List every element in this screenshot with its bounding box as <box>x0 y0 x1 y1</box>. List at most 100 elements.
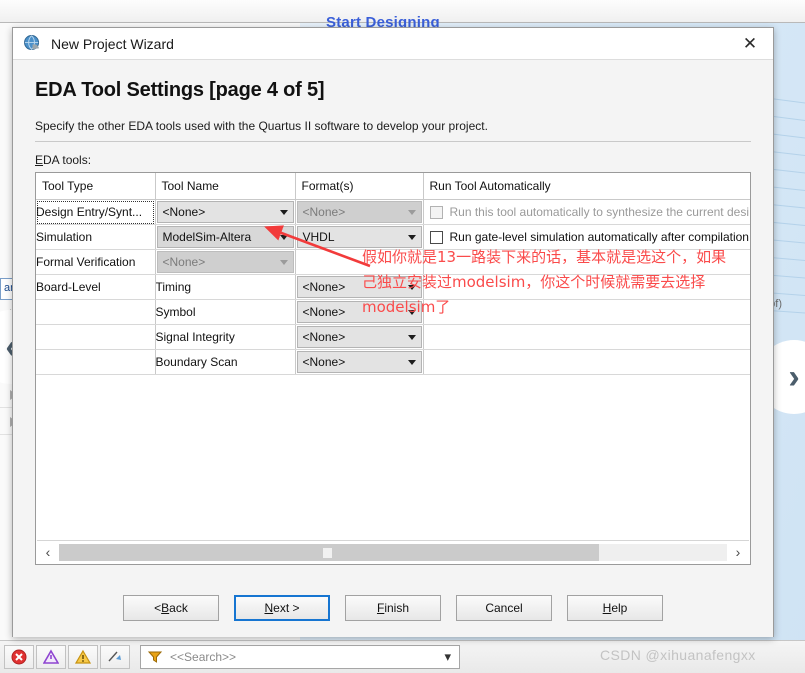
annotation-line-1: 假如你就是13一路装下来的话，基本就是选这个，如果 <box>362 248 727 266</box>
back-pre: < <box>154 601 162 615</box>
help-mnemonic: H <box>602 601 612 615</box>
csdn-watermark: CSDN @xihuanafengxx <box>600 647 756 663</box>
table-row[interactable]: Boundary Scan <None> <box>36 349 750 375</box>
column-header-1[interactable]: Tool Name <box>155 173 296 200</box>
next-post: ext > <box>273 601 300 615</box>
finish-button[interactable]: Finish <box>345 595 441 621</box>
run-automatically-row[interactable]: Run this tool automatically to synthesiz… <box>424 200 751 224</box>
scrollbar-grip <box>323 547 332 558</box>
chevron-down-icon[interactable] <box>275 234 293 240</box>
page-subtitle: Specify the other EDA tools used with th… <box>35 119 488 133</box>
format-value: <None> <box>302 330 346 344</box>
quartus-globe-icon <box>24 35 40 51</box>
scroll-right-arrow[interactable]: › <box>727 544 749 560</box>
cancel-post: Cancel <box>485 601 523 615</box>
scroll-left-arrow[interactable]: ‹ <box>37 544 59 560</box>
tool-type-cell[interactable] <box>36 299 156 325</box>
eda-tools-mnemonic: E <box>35 153 44 167</box>
info-icon <box>108 651 121 662</box>
chevron-down-icon[interactable] <box>403 359 421 365</box>
dialog-title: New Project Wizard <box>51 35 174 52</box>
chevron-down-icon[interactable] <box>275 209 293 215</box>
back-mnemonic: B <box>161 601 170 615</box>
column-header-3[interactable]: Run Tool Automatically <box>423 173 750 200</box>
warning-icon <box>75 649 91 664</box>
eda-tools-table-container: Tool Type Tool Name Format(s) Run Tool Auto… <box>35 172 751 565</box>
eda-tools-label-rest: DA tools: <box>43 153 92 167</box>
tool-name-dropdown[interactable]: ModelSim-Altera <box>156 226 294 248</box>
tool-name-cell[interactable]: <None> <box>155 249 296 275</box>
status-search-placeholder: <<Search>> <box>170 650 237 664</box>
critical-warning-icon-button[interactable] <box>36 645 66 669</box>
tool-type-cell[interactable] <box>36 324 156 350</box>
cancel-button[interactable]: Cancel <box>456 595 552 621</box>
format-cell[interactable]: <None> <box>295 324 424 350</box>
column-header-0[interactable]: Tool Type <box>36 173 156 200</box>
format-dropdown[interactable]: <None> <box>296 326 422 348</box>
run-automatically-cell <box>423 349 750 375</box>
scrollbar-track[interactable] <box>59 543 727 561</box>
chevron-down-icon[interactable]: ▾ <box>444 649 459 665</box>
help-button[interactable]: Help <box>567 595 663 621</box>
error-icon <box>11 649 27 665</box>
info-icon-button[interactable] <box>100 645 130 669</box>
tool-name-cell[interactable]: <None> <box>155 199 296 225</box>
format-cell[interactable]: <None> <box>295 349 424 375</box>
tool-type-cell[interactable]: Design Entry/Synt... <box>36 199 156 225</box>
horizontal-scrollbar[interactable]: ‹ › <box>37 540 749 563</box>
status-search-box[interactable]: <<Search>> ▾ <box>140 645 460 669</box>
run-automatically-cell[interactable]: Run this tool automatically to synthesiz… <box>423 199 751 225</box>
tool-name-value: <None> <box>162 255 206 269</box>
finish-mnemonic: F <box>376 601 385 615</box>
error-icon-button[interactable] <box>4 645 34 669</box>
run-automatically-label: Run gate-level simulation automatically … <box>449 230 749 244</box>
run-automatically-cell <box>423 324 750 350</box>
tool-name-cell[interactable]: ModelSim-Altera <box>155 224 296 250</box>
annotation-text: 假如你就是13一路装下来的话，基本就是选这个，如果 己独立安装过modelsim… <box>362 245 805 320</box>
tool-name-value: <None> <box>162 205 206 219</box>
back-post: ack <box>169 601 188 615</box>
next-mnemonic: N <box>264 601 274 615</box>
next-button[interactable]: Next > <box>234 595 330 621</box>
warning-icon-button[interactable] <box>68 645 98 669</box>
tool-name-dropdown[interactable]: <None> <box>156 201 294 223</box>
dialog-body: EDA Tool Settings [page 4 of 5] Specify … <box>13 60 773 637</box>
dialog-button-row: < Back Next > Finish Cancel Help <box>13 595 773 621</box>
format-value: VHDL <box>302 230 335 244</box>
dialog-title-bar[interactable]: New Project Wizard ✕ <box>13 28 773 60</box>
format-value: <None> <box>302 355 346 369</box>
finish-post: inish <box>384 601 410 615</box>
table-row[interactable]: Signal Integrity <None> <box>36 324 750 350</box>
critical-warning-icon <box>43 649 59 664</box>
tool-type-cell[interactable]: Board-Level <box>36 274 156 300</box>
chevron-down-icon[interactable] <box>275 259 293 265</box>
column-header-2[interactable]: Format(s) <box>295 173 424 200</box>
tool-type-cell[interactable] <box>36 349 156 375</box>
back-button[interactable]: < Back <box>123 595 219 621</box>
tool-name-value: ModelSim-Altera <box>162 230 252 244</box>
tool-type-cell[interactable]: Simulation <box>36 224 156 250</box>
tool-name-cell[interactable]: Symbol <box>155 299 296 325</box>
scrollbar-thumb[interactable] <box>59 543 599 561</box>
run-automatically-label: Run this tool automatically to synthesiz… <box>449 205 749 219</box>
tool-name-cell[interactable]: Boundary Scan <box>155 349 296 375</box>
run-automatically-checkbox[interactable] <box>429 230 443 244</box>
annotation-line-3: modelsim了 <box>362 298 451 316</box>
eda-tools-label: EDA tools: <box>35 142 751 167</box>
format-cell[interactable]: <None> <box>295 199 424 225</box>
chevron-down-icon[interactable] <box>403 209 421 215</box>
format-value: <None> <box>302 205 346 219</box>
tool-name-cell[interactable]: Signal Integrity <box>155 324 296 350</box>
help-post: elp <box>611 601 628 615</box>
format-dropdown[interactable]: <None> <box>296 201 422 223</box>
format-dropdown[interactable]: <None> <box>296 351 422 373</box>
run-automatically-checkbox[interactable] <box>429 205 443 219</box>
new-project-wizard-dialog: New Project Wizard ✕ EDA Tool Settings [… <box>12 27 774 637</box>
chevron-down-icon[interactable] <box>403 234 421 240</box>
tool-name-cell[interactable]: Timing <box>155 274 296 300</box>
table-row[interactable]: Design Entry/Synt... <None> <None> Run this… <box>36 199 751 225</box>
tool-name-dropdown[interactable]: <None> <box>156 251 294 273</box>
close-icon[interactable]: ✕ <box>733 30 767 58</box>
tool-type-cell[interactable]: Formal Verification <box>36 249 156 275</box>
chevron-down-icon[interactable] <box>403 334 421 340</box>
